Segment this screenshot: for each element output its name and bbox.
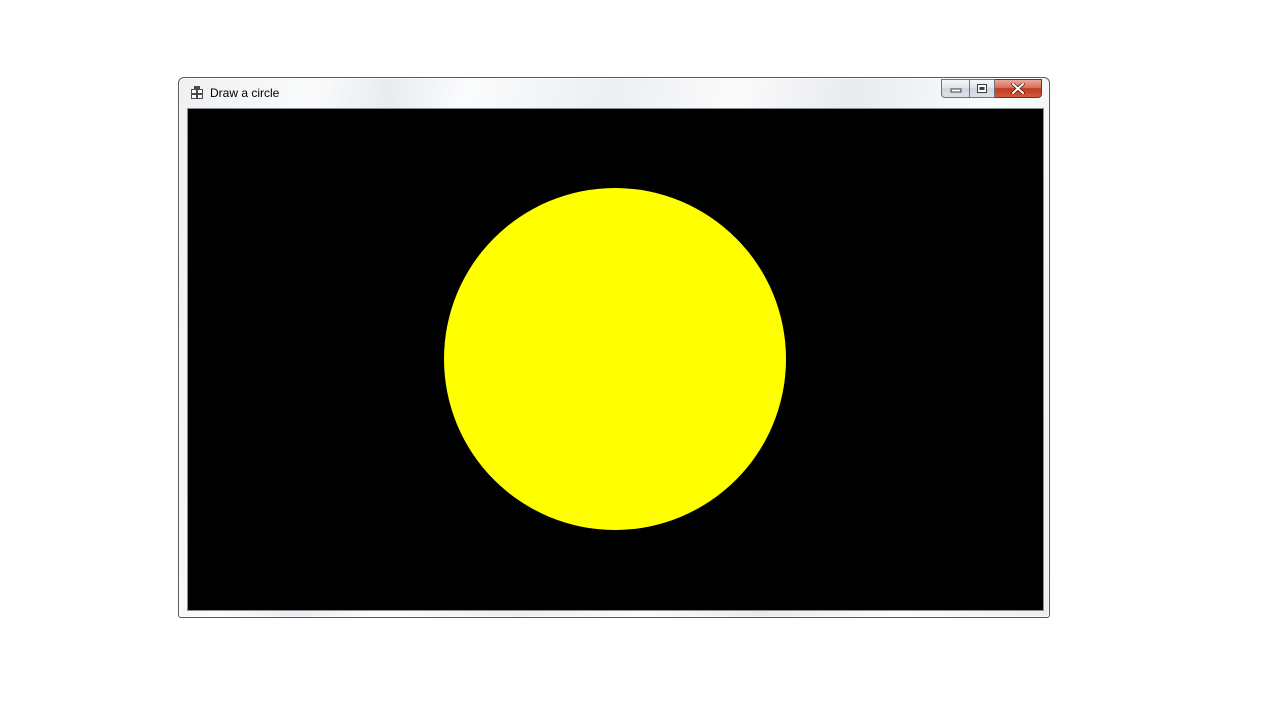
app-window: Draw a circle	[178, 77, 1050, 618]
close-button[interactable]	[995, 79, 1042, 98]
close-icon	[1011, 83, 1025, 94]
window-title: Draw a circle	[210, 86, 280, 100]
title-bar[interactable]: Draw a circle	[179, 78, 1049, 108]
drawing-canvas[interactable]	[187, 108, 1044, 611]
app-window-icon[interactable]	[190, 86, 204, 100]
minimize-icon	[950, 88, 961, 92]
minimize-button[interactable]	[941, 79, 969, 98]
restore-icon	[977, 84, 987, 93]
canvas-svg	[444, 188, 786, 530]
caption-buttons	[941, 79, 1042, 99]
maximize-button[interactable]	[969, 79, 995, 98]
yellow-circle	[444, 188, 786, 530]
